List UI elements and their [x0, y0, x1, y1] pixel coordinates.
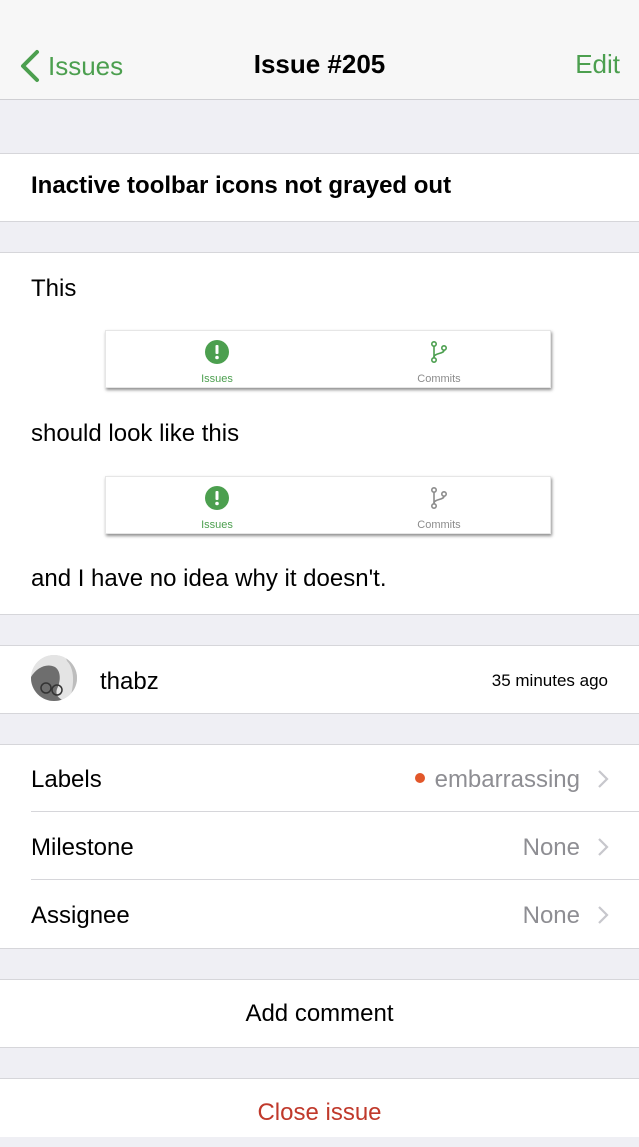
labels-row[interactable]: Labels embarrassing — [0, 745, 639, 812]
assignee-row[interactable]: Assignee None — [0, 881, 639, 948]
author-row[interactable]: thabz 35 minutes ago — [0, 645, 639, 714]
page-title: Issue #205 — [253, 49, 386, 79]
issue-body-cell: This Issues Commits should look like thi… — [0, 252, 639, 615]
branch-icon — [431, 340, 448, 363]
screenshot-tab-issues: Issues — [106, 477, 328, 533]
milestone-row-value: None — [522, 834, 580, 861]
avatar-image — [31, 655, 77, 701]
labels-row-label: Labels — [31, 766, 102, 793]
issue-icon — [205, 340, 229, 364]
embedded-screenshot-expected: Issues Commits — [105, 476, 551, 534]
close-issue-button[interactable]: Close issue — [0, 1078, 639, 1137]
label-color-dot — [414, 772, 425, 783]
screenshot-tab-label: Issues — [201, 519, 233, 531]
milestone-row-label: Milestone — [31, 834, 134, 861]
created-time: 35 minutes ago — [491, 671, 608, 690]
screenshot-tab-label: Commits — [417, 373, 461, 385]
milestone-row[interactable]: Milestone None — [0, 813, 639, 880]
labels-row-value: embarrassing — [414, 766, 580, 794]
screenshot-tab-label: Commits — [417, 519, 461, 531]
add-comment-button[interactable]: Add comment — [0, 979, 639, 1048]
avatar — [31, 655, 77, 701]
chevron-right-icon — [598, 906, 609, 924]
issue-title: Inactive toolbar icons not grayed out — [31, 172, 452, 199]
screenshot-tab-issues: Issues — [106, 331, 328, 387]
issue-body-line: This — [31, 275, 77, 302]
embedded-screenshot-actual: Issues Commits — [105, 330, 551, 388]
assignee-row-value: None — [522, 902, 580, 929]
edit-button[interactable]: Edit — [575, 49, 620, 80]
branch-icon — [431, 486, 448, 509]
label-name: embarrassing — [434, 766, 580, 793]
chevron-right-icon — [598, 770, 609, 788]
screenshot-tab-commits: Commits — [328, 331, 550, 387]
issue-title-cell: Inactive toolbar icons not grayed out — [0, 153, 639, 222]
navigation-bar: Issues Issue #205 Edit — [0, 0, 639, 100]
screenshot-tab-commits: Commits — [328, 477, 550, 533]
author-name: thabz — [100, 668, 159, 695]
assignee-row-label: Assignee — [31, 902, 130, 929]
issue-details-group: Labels embarrassing Milestone None Assig… — [0, 744, 639, 949]
row-separator — [31, 811, 639, 812]
row-separator — [31, 879, 639, 880]
issue-body-line: and I have no idea why it doesn't. — [31, 565, 387, 592]
chevron-right-icon — [598, 838, 609, 856]
issue-icon — [205, 486, 229, 510]
screenshot-tab-label: Issues — [201, 373, 233, 385]
issue-body-line: should look like this — [31, 420, 240, 447]
